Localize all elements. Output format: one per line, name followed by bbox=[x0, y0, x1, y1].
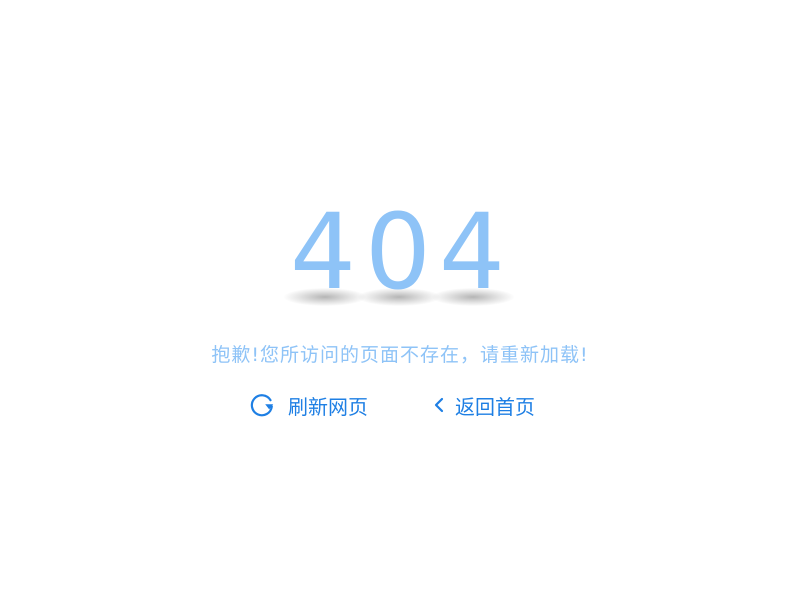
chevron-left-icon bbox=[432, 395, 446, 415]
refresh-page-button[interactable]: 刷新网页 bbox=[248, 388, 368, 422]
error-message: 抱歉!您所访问的页面不存在，请重新加载! bbox=[211, 344, 589, 366]
refresh-icon bbox=[248, 391, 276, 419]
error-page: 4 0 4 抱歉!您所访问的页面不存在，请重新加载! 刷新网页 返回首页 bbox=[0, 0, 800, 600]
refresh-page-label: 刷新网页 bbox=[288, 394, 368, 419]
error-actions: 刷新网页 返回首页 bbox=[0, 388, 800, 422]
back-home-button[interactable]: 返回首页 bbox=[432, 388, 535, 422]
back-home-label: 返回首页 bbox=[455, 394, 535, 419]
error-code: 4 0 4 bbox=[0, 200, 800, 320]
error-code-digit: 0 bbox=[364, 191, 432, 313]
error-code-digit: 4 bbox=[438, 191, 506, 313]
error-code-digit: 4 bbox=[289, 191, 357, 313]
